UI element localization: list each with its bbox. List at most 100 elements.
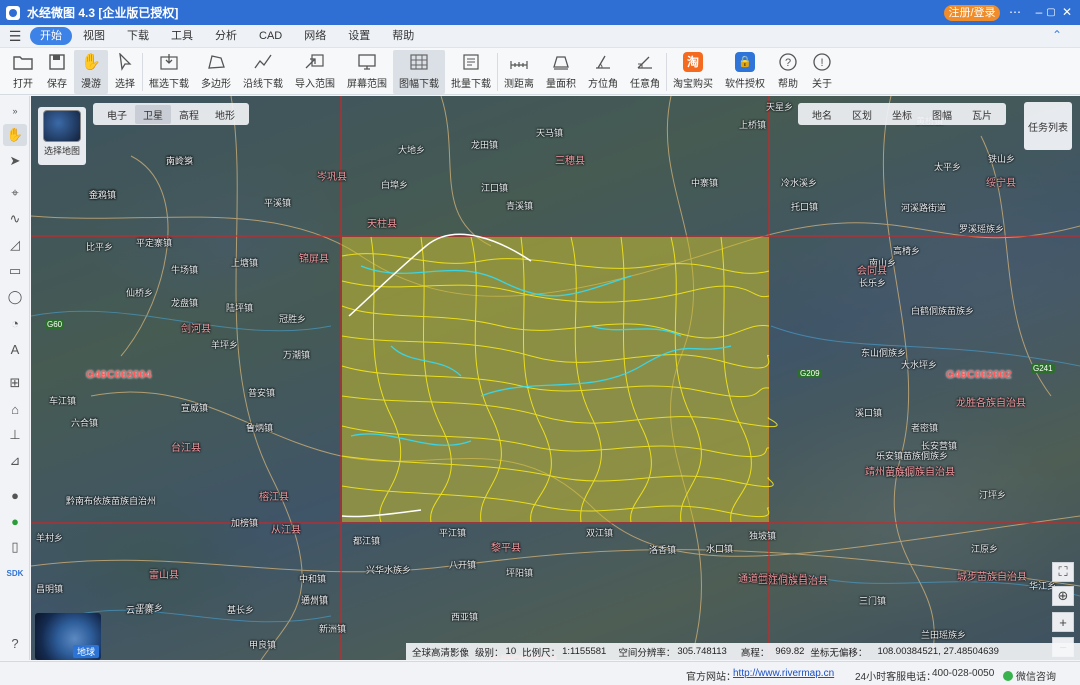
place-label: 太平乡 [934,162,962,172]
county-label: 三江侗族自治县 [758,576,828,587]
phone-tool-icon[interactable]: ▯ [3,536,27,558]
wechat-consult-button[interactable]: 微信咨询 [1003,668,1056,683]
azimuth-button[interactable]: 方位角 [582,50,624,94]
menu-cad[interactable]: CAD [248,27,293,45]
place-label: 兰田瑶族乡 [921,630,967,640]
rectangle-tool-icon[interactable]: ▭ [3,260,27,282]
text-tool-icon[interactable]: A [3,338,27,360]
settings-menu-icon[interactable]: ⋯ [1006,4,1024,22]
globe-tool-icon[interactable]: ● [3,484,27,506]
app-title: 水经微图 4.3 [企业版已授权] [27,6,179,20]
menu-settings[interactable]: 设置 [337,27,381,45]
sector-tool-icon[interactable]: ◔ [3,312,27,334]
hamburger-icon[interactable]: ☰ [0,28,30,45]
fullscreen-icon[interactable]: ⛶ [1052,562,1074,582]
task-list-button[interactable]: 任务列表 [1024,102,1072,150]
place-label: 新洲镇 [319,624,347,634]
place-label: 天马镇 [536,128,564,138]
area-measure-icon[interactable]: ⊿ [3,450,27,472]
left-toolbar: » ✋ ➤ ⌖ ∿ ◿ ▭ ◯ ◔ A ⊞ ⌂ ⊥ ⊿ ● ● ▯ SDK ? [0,96,30,660]
menu-tools[interactable]: 工具 [160,27,204,45]
map-type-electronic[interactable]: 电子 [99,105,135,124]
angle-button[interactable]: 任意角 [624,50,666,94]
select-map-button[interactable]: 选择地图 [38,107,86,165]
place-label: 龙田镇 [471,140,499,150]
map-type-satellite[interactable]: 卫星 [135,104,171,124]
place-label: 铁山乡 [988,154,1016,164]
place-label: 三门镇 [859,596,887,606]
overlay-placenames[interactable]: 地名 [802,105,842,124]
import-range-button[interactable]: 导入范围 [289,50,341,94]
taobao-button[interactable]: 淘 淘宝购买 [667,50,719,94]
website-link[interactable]: http://www.rivermap.cn [733,668,834,679]
place-label: 双江镇 [586,528,614,538]
county-label: 绥宁县 [986,178,1016,189]
collapse-ribbon-icon[interactable]: ⌃ [1052,28,1062,42]
screen-range-button[interactable]: 屏幕范围 [341,50,393,94]
status-bar: 官方网站： http://www.rivermap.cn 24小时客服电话： 4… [0,661,1080,685]
locate-icon[interactable]: ⊕ [1052,586,1074,606]
batch-download-button[interactable]: 批量下载 [445,50,497,94]
earth-view-button[interactable]: 地球 [35,613,101,660]
box-download-button[interactable]: 框选下载 [143,50,195,94]
close-icon[interactable]: ✕ [1058,4,1076,22]
line-download-label: 沿线下载 [243,79,283,90]
sheet-download-button[interactable]: 图幅下载 [393,50,445,94]
save-button[interactable]: 保存 [40,50,74,94]
map-type-elevation[interactable]: 高程 [171,105,207,124]
menu-download[interactable]: 下载 [116,27,160,45]
pan-label: 漫游 [81,79,101,90]
county-label: 龙胜各族自治县 [956,398,1026,409]
distance-tool-icon[interactable]: ⊥ [3,424,27,446]
menu-view[interactable]: 视图 [72,27,116,45]
map-thumbnail [43,110,81,142]
polygon-label: 多边形 [201,79,231,90]
about-button[interactable]: ! 关于 [805,50,839,94]
link-tool-icon[interactable]: ● [3,510,27,532]
place-label: 白鹤侗族苗族乡 [911,306,975,316]
measure-distance-button[interactable]: 测距离 [498,50,540,94]
menu-help[interactable]: 帮助 [381,27,425,45]
marker-tool-icon[interactable]: ⌖ [3,182,27,204]
pan-button[interactable]: ✋ 漫游 [74,50,108,94]
county-label: 榕江县 [259,492,289,503]
zoom-in-button[interactable]: + [1052,612,1074,632]
hand-tool-icon[interactable]: ✋ [3,124,27,146]
screen-range-icon [356,52,378,72]
select-button[interactable]: 选择 [108,50,142,94]
expand-panel-icon[interactable]: » [3,100,27,122]
place-label: 通州镇 [301,595,329,605]
line-download-button[interactable]: 沿线下载 [237,50,289,94]
place-label: 天星乡 [766,102,794,112]
overlay-districts[interactable]: 区划 [842,105,882,124]
login-button[interactable]: 注册/登录 [944,5,1000,21]
place-label: 鲁炳镇 [246,423,274,433]
open-button[interactable]: 打开 [6,50,40,94]
overlay-tiles[interactable]: 瓦片 [962,105,1002,124]
place-label: 牛场镇 [171,265,199,275]
measure-area-button[interactable]: 量面积 [540,50,582,94]
polyline-tool-icon[interactable]: ∿ [3,208,27,230]
sdk-tool-icon[interactable]: SDK [3,562,27,584]
place-label: 中寨镇 [691,178,719,188]
layer-tool-icon[interactable]: ⌂ [3,398,27,420]
overlay-sheets[interactable]: 图幅 [922,105,962,124]
ruler-tool-icon[interactable]: ⊞ [3,372,27,394]
map-view[interactable]: 天文镇 花秋镇 平溪镇 白埠乡 大地乡 江口镇 青溪镇 中寨镇 天马镇 龙田镇 天星乡 上桥镇 冷水溪乡… [31,96,1080,660]
pointer-tool-icon[interactable]: ➤ [3,150,27,172]
polygon-button[interactable]: 多边形 [195,50,237,94]
place-label: 青溪镇 [506,201,534,211]
help-button[interactable]: ? 帮助 [771,50,805,94]
map-type-terrain[interactable]: 地形 [207,105,243,124]
folder-icon [12,52,34,72]
area-tool-icon[interactable]: ◿ [3,234,27,256]
menu-analysis[interactable]: 分析 [204,27,248,45]
license-button[interactable]: 🔒 软件授权 [719,50,771,94]
county-label: 雷山县 [149,570,179,581]
menu-network[interactable]: 网络 [293,27,337,45]
county-label: 锦屏县 [299,254,329,265]
menu-start[interactable]: 开始 [30,27,72,45]
help-circle-icon[interactable]: ? [3,632,27,654]
circle-tool-icon[interactable]: ◯ [3,286,27,308]
overlay-coordinates[interactable]: 坐标 [882,105,922,124]
